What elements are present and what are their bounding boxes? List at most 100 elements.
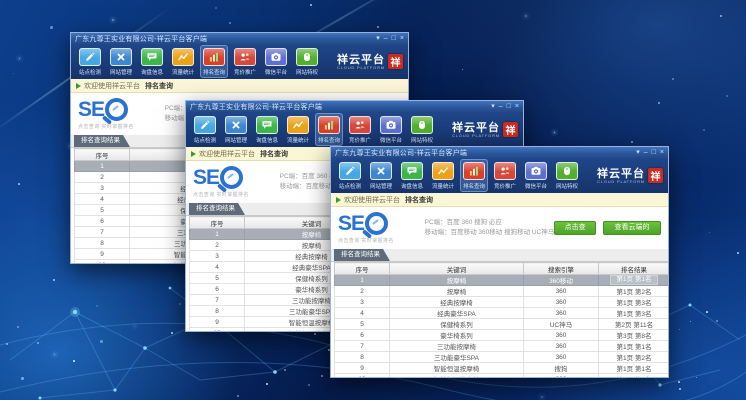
app-window: 广东九尊王实业有限公司-祥云平台客户端 ▾ – □ × 站点检测网站管理询盘信息… — [330, 146, 669, 378]
seo-tagline: 点击查询 实时掌握排名 — [78, 123, 161, 130]
titlebar: 广东九尊王实业有限公司-祥云平台客户端 ▾ – □ × — [71, 33, 408, 44]
minimize-button[interactable]: – — [499, 102, 503, 112]
brand-seal-icon: 祥 — [648, 168, 663, 183]
skin-button[interactable]: ▾ — [491, 102, 495, 112]
cell-rank: 第3页 第8名 — [599, 330, 670, 341]
close-button[interactable]: × — [515, 102, 519, 112]
close-button[interactable]: × — [400, 34, 404, 44]
toolbar-item-0[interactable]: 站点检测 — [336, 159, 364, 192]
tab-ranking-results[interactable]: 排名查询结果 — [74, 135, 130, 147]
cell-no: 10 — [190, 328, 245, 333]
tools-icon — [110, 48, 132, 66]
desktop-background: 广东九尊王实业有限公司-祥云平台客户端 ▾ – □ × 站点检测网站管理询盘信息… — [0, 0, 746, 400]
pencil-icon — [194, 116, 216, 134]
toolbar-item-label: 排名查询 — [463, 181, 485, 189]
toolbar-item-label: 竞价推广 — [494, 181, 516, 189]
cell-no: 5 — [335, 319, 390, 330]
cell-no: 2 — [335, 286, 390, 297]
toolbar-item-2[interactable]: 询盘信息 — [138, 45, 166, 78]
seo-logo-text: SE — [78, 99, 104, 120]
toolbar-item-3[interactable]: 流量统计 — [169, 45, 197, 78]
toolbar-item-4[interactable]: 排名查询 — [460, 159, 488, 192]
toolbar-item-2[interactable]: 询盘信息 — [398, 159, 426, 192]
toolbar-item-2[interactable]: 询盘信息 — [253, 113, 281, 146]
query-button[interactable]: 点击查询 — [554, 221, 596, 235]
toolbar-items: 站点检测网站管理询盘信息流量统计排名查询竞价推广微信平台网站特权 — [76, 45, 333, 78]
brand-seal-icon: 祥 — [503, 122, 518, 137]
toolbar-item-label: 询盘信息 — [141, 67, 163, 75]
cell-engine: 360 — [524, 308, 599, 319]
maximize-button[interactable]: □ — [652, 148, 656, 158]
toolbar-item-7[interactable]: 网站特权 — [553, 159, 581, 192]
toolbar-item-6[interactable]: 微信平台 — [262, 45, 290, 78]
toolbar-item-1[interactable]: 网站管理 — [367, 159, 395, 192]
toolbar-item-label: 网站管理 — [370, 181, 392, 189]
table-row[interactable]: 4经典豪华SPA360第1页 第3名 — [335, 308, 670, 319]
brand-name: 祥云平台 — [597, 168, 645, 179]
table-row[interactable]: 1按摩椅360移动第1页 第1名 — [335, 275, 670, 286]
table-row[interactable]: 10智能恒温按摩椅360第1页 第1名 — [335, 374, 670, 379]
brand-subtitle: CLOUD PLATFORM — [597, 179, 645, 184]
cell-no: 8 — [190, 306, 245, 317]
toolbar-item-5[interactable]: 竞价推广 — [491, 159, 519, 192]
cell-keyword: 保健椅系列 — [390, 319, 524, 330]
minimize-button[interactable]: – — [644, 148, 648, 158]
maximize-button[interactable]: □ — [392, 34, 396, 44]
cell-no: 10 — [75, 260, 130, 265]
table-row[interactable]: 5保健椅系列UC神马第2页 第11名 — [335, 319, 670, 330]
toolbar-item-6[interactable]: 微信平台 — [522, 159, 550, 192]
cell-no: 7 — [190, 295, 245, 306]
maximize-button[interactable]: □ — [507, 102, 511, 112]
brand-logo: 祥云平台 CLOUD PLATFORM 祥 — [452, 122, 518, 138]
view-cloud-ranking-button[interactable]: 查看云端的排名 — [603, 221, 661, 235]
camera-icon — [525, 162, 547, 180]
tab-ranking-results[interactable]: 排名查询结果 — [334, 249, 390, 261]
toolbar-item-0[interactable]: 站点检测 — [191, 113, 219, 146]
seo-tagline: 点击查询 实时掌握排名 — [338, 237, 421, 244]
engine-list-pc: PC端：百度 360 搜狗 必应 — [425, 218, 555, 228]
section-title: 排名查询 — [260, 149, 288, 159]
toolbar-item-4[interactable]: 排名查询 — [315, 113, 343, 146]
toolbar-item-label: 询盘信息 — [256, 135, 278, 143]
skin-button[interactable]: ▾ — [376, 34, 380, 44]
toolbar-item-0[interactable]: 站点检测 — [76, 45, 104, 78]
toolbar: 站点检测网站管理询盘信息流量统计排名查询竞价推广微信平台网站特权 祥云平台 CL… — [71, 44, 408, 79]
seo-magnifier-icon — [220, 166, 243, 189]
toolbar-item-7[interactable]: 网站特权 — [408, 113, 436, 146]
toolbar-item-3[interactable]: 流量统计 — [284, 113, 312, 146]
table-row[interactable]: 3经典按摩椅360第1页 第3名 — [335, 297, 670, 308]
toolbar-item-4[interactable]: 排名查询 — [200, 45, 228, 78]
close-button[interactable]: × — [660, 148, 664, 158]
cell-no: 9 — [335, 363, 390, 374]
toolbar-item-6[interactable]: 微信平台 — [377, 113, 405, 146]
toolbar-item-3[interactable]: 流量统计 — [429, 159, 457, 192]
toolbar-item-5[interactable]: 竞价推广 — [231, 45, 259, 78]
table-row[interactable]: 8三功能豪华SPA360第1页 第2名 — [335, 352, 670, 363]
minimize-button[interactable]: – — [384, 34, 388, 44]
welcome-text: 欢迎使用祥云平台 — [344, 195, 400, 205]
action-buttons: 点击查询 查看云端的排名 — [554, 221, 661, 235]
seo-magnifier-icon — [105, 98, 128, 121]
toolbar-item-label: 网站管理 — [225, 135, 247, 143]
table-row[interactable]: 9智能恒温按摩椅搜狗第1页 第1名 — [335, 363, 670, 374]
cell-no: 9 — [75, 249, 130, 260]
table-row[interactable]: 6豪华椅系列360第3页 第8名 — [335, 330, 670, 341]
toolbar-item-5[interactable]: 竞价推广 — [346, 113, 374, 146]
tools-icon — [370, 162, 392, 180]
toolbar-item-7[interactable]: 网站特权 — [293, 45, 321, 78]
skin-button[interactable]: ▾ — [636, 148, 640, 158]
cell-no: 5 — [190, 273, 245, 284]
toolbar-item-1[interactable]: 网站管理 — [222, 113, 250, 146]
brand-subtitle: CLOUD PLATFORM — [452, 133, 500, 138]
cell-no: 4 — [190, 262, 245, 273]
cell-engine: 360 — [524, 286, 599, 297]
toolbar: 站点检测网站管理询盘信息流量统计排名查询 竞价推广微信平台网站特权 祥云平台 CL… — [331, 158, 668, 193]
toolbar-item-1[interactable]: 网站管理 — [107, 45, 135, 78]
flag-icon — [336, 197, 341, 203]
cell-keyword: 三功能豪华SPA — [390, 352, 524, 363]
tab-ranking-results[interactable]: 排名查询结果 — [189, 203, 245, 215]
table-row[interactable]: 2按摩椅360第1页 第2名 — [335, 286, 670, 297]
pencil-icon — [79, 48, 101, 66]
window-controls: ▾ – □ × — [487, 102, 519, 112]
table-row[interactable]: 7三功能按摩椅360第1页 第1名 — [335, 341, 670, 352]
